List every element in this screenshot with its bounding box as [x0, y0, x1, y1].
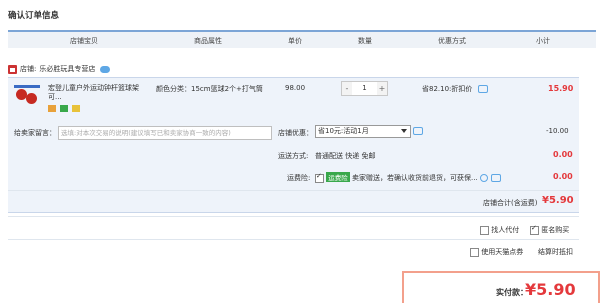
shop-discount-selected: 省10元:活动1月 [318, 127, 369, 135]
shop-discount-value: -10.00 [546, 127, 569, 135]
header-price: 单价 [288, 37, 302, 45]
header-quantity: 数量 [358, 37, 372, 45]
shop-icon [8, 64, 17, 74]
divider [8, 239, 579, 240]
card-icon [72, 104, 81, 112]
help-icon[interactable] [479, 174, 488, 182]
insurance-row: 运费险 卖家赠送，若确认收货前退货，可获保... [315, 172, 502, 183]
header-item: 店铺宝贝 [70, 37, 98, 45]
shop-total-label: 店铺合计(含运费) [483, 199, 538, 207]
guarantee-icon [60, 104, 69, 112]
insurance-tag: 运费险 [326, 172, 350, 182]
product-name-text[interactable]: 宏登儿童户外运动钟杆篮球架可... [48, 84, 148, 102]
message-label: 给卖家留言： [14, 129, 56, 137]
divider [8, 190, 579, 191]
discount-info: 省82.10:折扣价 [422, 84, 488, 94]
proxy-pay-label: 找人代付 [491, 226, 520, 234]
insurance-checkbox[interactable] [315, 172, 324, 183]
insurance-label: 运费险: [287, 174, 311, 182]
tmall-points-label: 使用天猫点券 [481, 248, 524, 256]
shop-total-value: ¥5.90 [542, 195, 574, 206]
comment-icon[interactable] [491, 174, 502, 182]
shop-row: 店铺: 乐必胜玩具专营店 [8, 62, 111, 76]
unit-price: 98.00 [285, 84, 306, 92]
comment-icon[interactable] [413, 127, 423, 135]
shipping-value: 0.00 [553, 150, 573, 159]
insurance-desc: 卖家赠送，若确认收货前退货，可获保... [351, 174, 478, 182]
product-name[interactable]: 宏登儿童户外运动钟杆篮球架可... [48, 84, 148, 113]
shop-discount-select[interactable]: 省10元:活动1月 [315, 125, 411, 138]
page-title: 确认订单信息 [8, 11, 60, 21]
product-thumbnail[interactable] [14, 83, 40, 109]
header-attr: 商品属性 [194, 37, 222, 45]
comment-icon[interactable] [477, 85, 488, 93]
message-input[interactable]: 选填:对本次交易的说明(建议填写已和卖家协商一致的内容) [58, 126, 272, 140]
product-attr: 颜色分类：15cm篮球2个+打气筒 [156, 85, 263, 93]
header-discount: 优惠方式 [438, 37, 466, 45]
table-header: 店铺宝贝 商品属性 单价 数量 优惠方式 小计 [8, 30, 596, 48]
decrease-button[interactable]: - [342, 82, 352, 95]
shop-prefix: 店铺: [20, 65, 37, 73]
insurance-value: 0.00 [553, 172, 573, 181]
anonymous-checkbox[interactable] [530, 224, 539, 235]
tmall-points-option[interactable]: 使用天猫点券 [470, 247, 523, 257]
payment-value: ¥5.90 [525, 280, 576, 299]
quantity-stepper[interactable]: - 1 + [341, 81, 388, 96]
quantity-input[interactable]: 1 [354, 82, 375, 95]
tmall-points-checkbox[interactable] [470, 247, 479, 257]
shipping-method: 普通配送 快递 免邮 [315, 152, 376, 160]
proxy-pay-option[interactable]: 找人代付 [480, 225, 519, 235]
divider [8, 216, 579, 217]
shipping-label: 运送方式: [278, 152, 309, 160]
payment-label: 实付款： [496, 288, 528, 297]
chevron-down-icon [401, 129, 407, 133]
tmall-points-value: 结算时抵扣 [538, 248, 573, 256]
shop-name[interactable]: 乐必胜玩具专营店 [39, 64, 95, 74]
header-subtotal: 小计 [536, 37, 550, 45]
discount-text: 省82.10:折扣价 [422, 85, 473, 93]
anonymous-option[interactable]: 匿名购买 [530, 224, 570, 235]
chat-icon[interactable] [100, 65, 111, 73]
seven-day-icon [48, 104, 56, 112]
proxy-pay-checkbox[interactable] [480, 225, 489, 235]
anonymous-label: 匿名购买 [541, 226, 570, 234]
item-subtotal: 15.90 [548, 84, 574, 93]
increase-button[interactable]: + [377, 82, 387, 95]
shop-discount-label: 店铺优惠： [278, 129, 313, 137]
